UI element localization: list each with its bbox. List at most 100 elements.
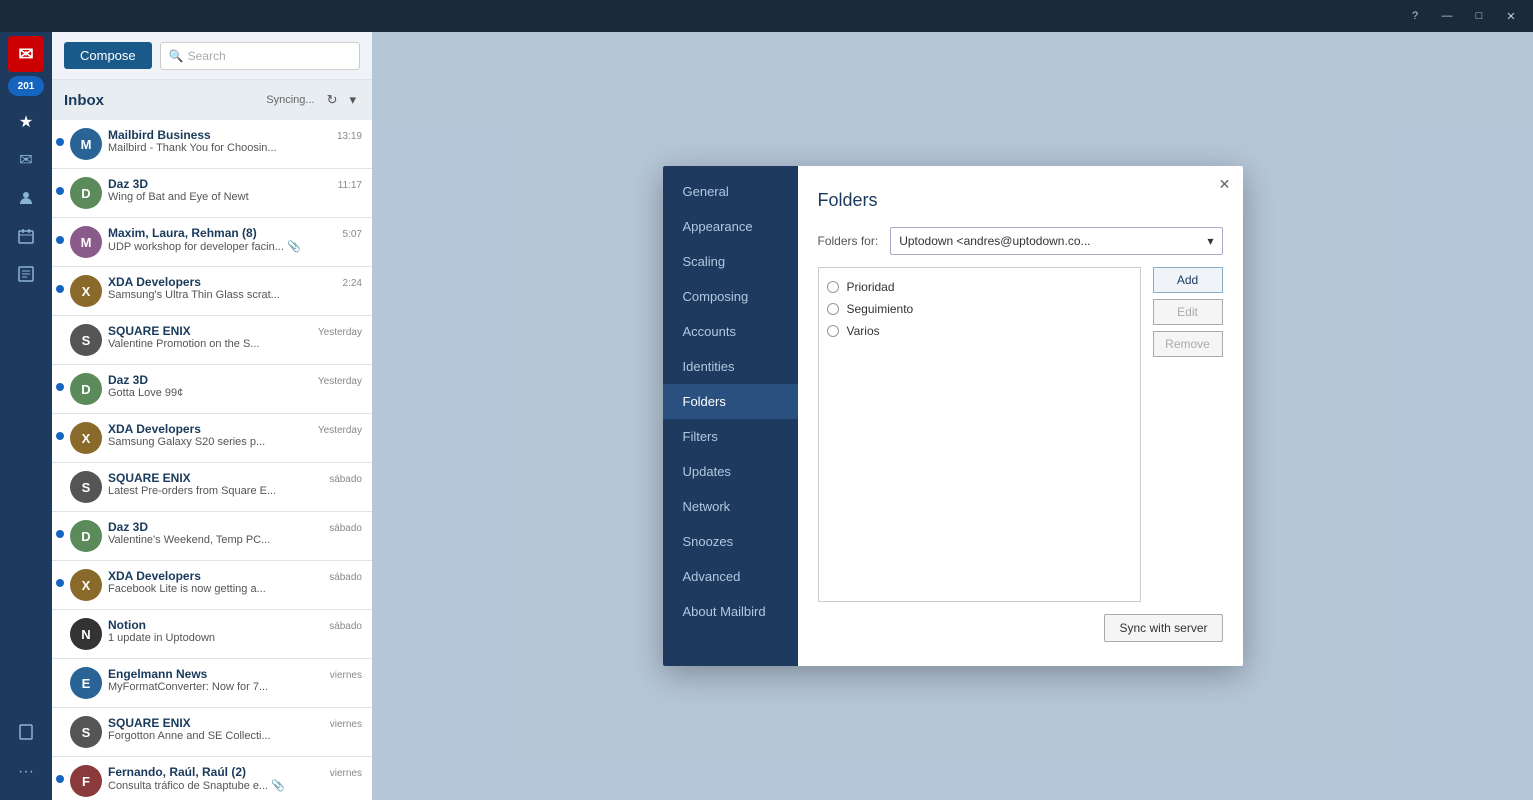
sidebar-item-calendar[interactable] — [8, 218, 44, 254]
email-item[interactable]: NNotionsábado1 update in Uptodown — [52, 610, 372, 659]
sidebar-item-tasks[interactable] — [8, 256, 44, 292]
email-item[interactable]: MMaxim, Laura, Rehman (8)5:07UDP worksho… — [52, 218, 372, 267]
email-content: SQUARE ENIXYesterdayValentine Promotion … — [108, 324, 362, 350]
settings-nav-item-general[interactable]: General — [663, 174, 798, 209]
email-item[interactable]: SSQUARE ENIXviernesForgotton Anne and SE… — [52, 708, 372, 757]
search-box[interactable]: 🔍 Search — [160, 42, 360, 70]
email-item[interactable]: FFernando, Raúl, Raúl (2)viernesConsulta… — [52, 757, 372, 800]
unread-dot — [56, 187, 64, 195]
email-list-panel: Compose 🔍 Search Inbox Syncing... ↻ ▾ MM… — [52, 32, 372, 800]
settings-nav-item-composing[interactable]: Composing — [663, 279, 798, 314]
icon-sidebar-bottom: ··· — [8, 714, 44, 800]
app-body: ✉ 201 ★ ✉ ··· Compose 🔍 Search — [0, 32, 1533, 800]
maximize-button[interactable]: □ — [1465, 6, 1493, 26]
email-avatar: D — [70, 373, 102, 405]
icon-sidebar: ✉ 201 ★ ✉ ··· — [0, 32, 52, 800]
email-content: Mailbird Business13:19Mailbird - Thank Y… — [108, 128, 362, 154]
sidebar-item-favorites[interactable]: ★ — [8, 104, 44, 140]
folder-label: Seguimiento — [847, 302, 914, 316]
email-item[interactable]: SSQUARE ENIXYesterdayValentine Promotion… — [52, 316, 372, 365]
email-item[interactable]: XXDA DeveloperssábadoFacebook Lite is no… — [52, 561, 372, 610]
email-avatar: E — [70, 667, 102, 699]
email-sender: Notion — [108, 618, 146, 632]
unread-dot — [56, 285, 64, 293]
inbox-menu-button[interactable]: ▾ — [345, 90, 360, 110]
email-avatar: N — [70, 618, 102, 650]
settings-nav-item-identities[interactable]: Identities — [663, 349, 798, 384]
compose-button[interactable]: Compose — [64, 42, 152, 69]
settings-nav-item-filters[interactable]: Filters — [663, 419, 798, 454]
email-top: XDA Developers2:24 — [108, 275, 362, 289]
email-top: Engelmann Newsviernes — [108, 667, 362, 681]
folder-item[interactable]: Seguimiento — [827, 298, 1132, 320]
settings-nav-item-snoozes[interactable]: Snoozes — [663, 524, 798, 559]
attachment-icon: 📎 — [287, 241, 301, 253]
folder-radio — [827, 281, 839, 293]
email-subject: Latest Pre-orders from Square E... — [108, 485, 362, 497]
email-time: sábado — [329, 523, 362, 534]
email-content: Fernando, Raúl, Raúl (2)viernesConsulta … — [108, 765, 362, 792]
folders-for-label: Folders for: — [818, 234, 879, 248]
settings-nav-item-advanced[interactable]: Advanced — [663, 559, 798, 594]
email-avatar: D — [70, 520, 102, 552]
email-item[interactable]: SSQUARE ENIXsábadoLatest Pre-orders from… — [52, 463, 372, 512]
email-top: Daz 3Dsábado — [108, 520, 362, 534]
add-folder-button[interactable]: Add — [1153, 267, 1223, 293]
settings-close-button[interactable]: ✕ — [1215, 174, 1235, 194]
email-time: Yesterday — [318, 376, 362, 387]
folders-list-box: Prioridad Seguimiento Varios — [818, 267, 1141, 602]
email-avatar: S — [70, 716, 102, 748]
email-item[interactable]: DDaz 3D11:17Wing of Bat and Eye of Newt — [52, 169, 372, 218]
folder-item[interactable]: Prioridad — [827, 276, 1132, 298]
settings-nav-item-about[interactable]: About Mailbird — [663, 594, 798, 629]
unread-dot — [56, 579, 64, 587]
email-item[interactable]: MMailbird Business13:19Mailbird - Thank … — [52, 120, 372, 169]
window-controls: ? — □ ✕ — [1401, 6, 1525, 26]
inbox-sync-status: Syncing... — [266, 94, 314, 106]
email-item[interactable]: XXDA Developers2:24Samsung's Ultra Thin … — [52, 267, 372, 316]
email-subject: Facebook Lite is now getting a... — [108, 583, 362, 595]
email-content: XDA DeveloperssábadoFacebook Lite is now… — [108, 569, 362, 595]
sidebar-item-notes[interactable] — [8, 714, 44, 750]
settings-nav-item-appearance[interactable]: Appearance — [663, 209, 798, 244]
settings-nav-item-accounts[interactable]: Accounts — [663, 314, 798, 349]
email-content: Notionsábado1 update in Uptodown — [108, 618, 362, 644]
remove-folder-button[interactable]: Remove — [1153, 331, 1223, 357]
email-time: 5:07 — [343, 229, 362, 240]
settings-nav-item-network[interactable]: Network — [663, 489, 798, 524]
notification-badge: 201 — [8, 76, 44, 96]
folder-label: Varios — [847, 324, 880, 338]
sidebar-item-mail[interactable]: ✉ — [8, 142, 44, 178]
email-content: Daz 3DYesterdayGotta Love 99¢ — [108, 373, 362, 399]
email-item[interactable]: DDaz 3DsábadoValentine's Weekend, Temp P… — [52, 512, 372, 561]
unread-dot — [56, 530, 64, 538]
email-avatar: M — [70, 226, 102, 258]
email-sender: XDA Developers — [108, 422, 201, 436]
email-content: Maxim, Laura, Rehman (8)5:07UDP workshop… — [108, 226, 362, 253]
inbox-title: Inbox — [64, 92, 258, 109]
sync-server-button[interactable]: Sync with server — [1104, 614, 1222, 642]
help-button[interactable]: ? — [1401, 6, 1429, 26]
unread-dot — [56, 383, 64, 391]
email-item[interactable]: EEngelmann NewsviernesMyFormatConverter:… — [52, 659, 372, 708]
sidebar-item-more[interactable]: ··· — [8, 754, 44, 790]
email-avatar: S — [70, 324, 102, 356]
sidebar-item-contacts[interactable] — [8, 180, 44, 216]
close-button[interactable]: ✕ — [1497, 6, 1525, 26]
refresh-button[interactable]: ↻ — [323, 90, 342, 110]
email-item[interactable]: DDaz 3DYesterdayGotta Love 99¢ — [52, 365, 372, 414]
settings-nav-item-updates[interactable]: Updates — [663, 454, 798, 489]
folders-for-dropdown[interactable]: Uptodown <andres@uptodown.co... ▾ — [890, 227, 1222, 255]
email-item[interactable]: XXDA DevelopersYesterdaySamsung Galaxy S… — [52, 414, 372, 463]
email-top: Mailbird Business13:19 — [108, 128, 362, 142]
minimize-button[interactable]: — — [1433, 6, 1461, 26]
folder-item[interactable]: Varios — [827, 320, 1132, 342]
settings-nav-item-scaling[interactable]: Scaling — [663, 244, 798, 279]
edit-folder-button[interactable]: Edit — [1153, 299, 1223, 325]
email-content: SQUARE ENIXviernesForgotton Anne and SE … — [108, 716, 362, 742]
search-icon: 🔍 — [169, 49, 184, 63]
email-avatar: S — [70, 471, 102, 503]
settings-nav-item-folders[interactable]: Folders — [663, 384, 798, 419]
email-content: Daz 3D11:17Wing of Bat and Eye of Newt — [108, 177, 362, 203]
email-top: Maxim, Laura, Rehman (8)5:07 — [108, 226, 362, 240]
